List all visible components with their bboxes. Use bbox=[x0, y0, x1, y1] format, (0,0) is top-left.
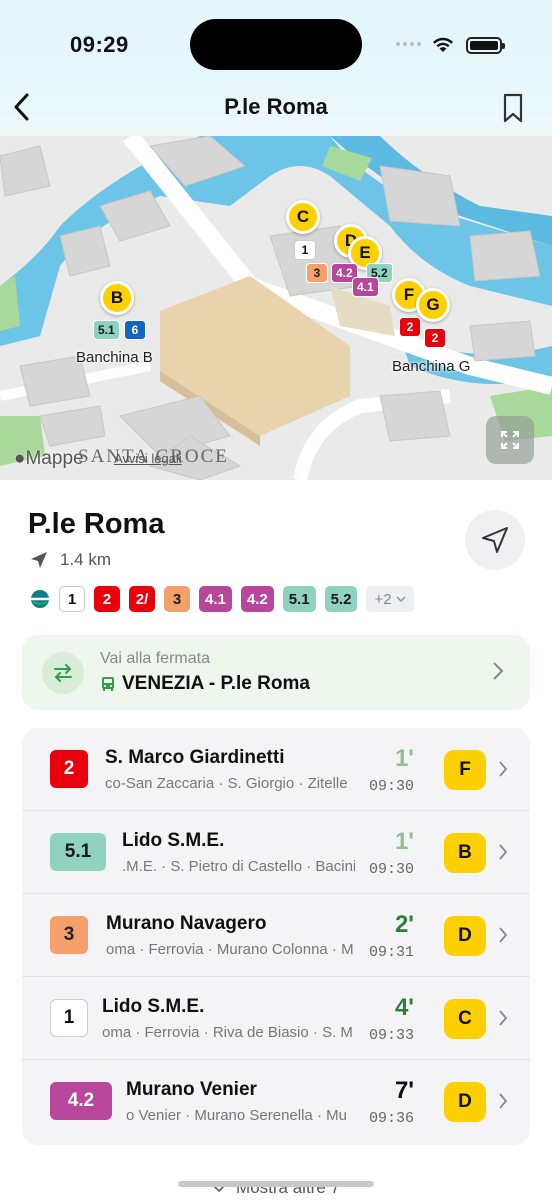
transfer-icon bbox=[42, 652, 84, 694]
line-chip[interactable]: 5.1 bbox=[282, 586, 316, 612]
bookmark-icon[interactable] bbox=[502, 92, 524, 124]
departure-row[interactable]: 5.1 Lido S.M.E. .M.E. · S. Pietro di Cas… bbox=[22, 811, 530, 894]
departure-stops: oma · Ferrovia · Riva de Biasio · S. M bbox=[102, 1024, 353, 1041]
departure-line-badge: 3 bbox=[50, 916, 88, 954]
departure-line-badge: 1 bbox=[50, 999, 88, 1037]
expand-map-button[interactable] bbox=[486, 416, 534, 464]
more-lines-chip[interactable]: +2 bbox=[366, 586, 414, 612]
dynamic-island bbox=[190, 19, 362, 70]
map-line-chip: 5.1 bbox=[93, 320, 120, 340]
departure-destination: Lido S.M.E. bbox=[122, 830, 225, 851]
expand-icon bbox=[501, 431, 519, 449]
stop-distance: 1.4 km bbox=[30, 550, 111, 570]
line-chip[interactable]: 4.1 bbox=[199, 586, 232, 612]
wifi-icon bbox=[433, 37, 453, 52]
distance-value: 1.4 km bbox=[60, 550, 112, 569]
bus-icon bbox=[102, 677, 114, 691]
chevron-down-icon bbox=[395, 595, 406, 602]
departure-time: 09:31 bbox=[368, 944, 414, 961]
maps-attribution: ●Mappe bbox=[14, 448, 84, 469]
map-background bbox=[0, 136, 552, 480]
line-chip[interactable]: 2/ bbox=[129, 586, 155, 612]
departure-stops: .M.E. · S. Pietro di Castello · Bacini bbox=[122, 858, 355, 875]
map-line-chip: 6 bbox=[124, 320, 146, 340]
departures-list: 2 S. Marco Giardinetti co-San Zaccaria ·… bbox=[22, 728, 530, 1145]
departure-platform: F bbox=[444, 750, 486, 790]
line-chip[interactable]: 3 bbox=[164, 586, 190, 612]
departure-platform: D bbox=[444, 916, 486, 956]
legal-link[interactable]: Avvisi legali bbox=[114, 451, 182, 466]
cellular-signal-icon bbox=[396, 42, 421, 46]
departure-destination: Murano Navagero bbox=[106, 913, 267, 934]
departure-minutes: 1' bbox=[394, 828, 414, 855]
departure-row[interactable]: 3 Murano Navagero oma · Ferrovia · Muran… bbox=[22, 894, 530, 977]
map-line-chip: 4.1 bbox=[352, 277, 379, 297]
go-to-stop-card[interactable]: Vai alla fermata VENEZIA - P.le Roma bbox=[22, 635, 530, 710]
departure-line-badge: 2 bbox=[50, 750, 88, 788]
map-line-chip: 3 bbox=[306, 263, 328, 283]
departure-stops: oma · Ferrovia · Murano Colonna · M bbox=[106, 941, 354, 958]
line-chip[interactable]: 4.2 bbox=[240, 586, 274, 612]
status-bar: 09:29 bbox=[0, 0, 552, 90]
chevron-right-icon bbox=[499, 844, 508, 860]
navigation-arrow-icon bbox=[482, 527, 508, 553]
departure-minutes: 4' bbox=[394, 994, 414, 1021]
departure-line-badge: 4.2 bbox=[50, 1082, 112, 1120]
chevron-right-icon bbox=[499, 1010, 508, 1026]
chevron-right-icon bbox=[493, 662, 504, 680]
departure-row[interactable]: 4.2 Murano Venier o Venier · Murano Sere… bbox=[22, 1060, 530, 1143]
departure-minutes: 2' bbox=[394, 911, 414, 938]
departure-destination: S. Marco Giardinetti bbox=[105, 747, 285, 768]
chevron-right-icon bbox=[499, 1093, 508, 1109]
departure-destination: Murano Venier bbox=[126, 1079, 257, 1100]
go-to-stop-label: Vai alla fermata bbox=[100, 650, 210, 667]
apple-logo-icon: ● bbox=[14, 448, 26, 469]
departure-stops: o Venier · Murano Serenella · Mu bbox=[126, 1107, 347, 1124]
status-time: 09:29 bbox=[70, 32, 129, 57]
navigation-bar: P.le Roma bbox=[0, 80, 552, 136]
waterbus-operator-logo bbox=[31, 590, 49, 608]
home-indicator bbox=[178, 1181, 374, 1187]
departure-minutes: 7' bbox=[394, 1077, 414, 1104]
stop-detail-sheet: P.le Roma 1.4 km 1 2 2/ 3 4.1 4.2 5.1 5.… bbox=[0, 480, 552, 1200]
departure-minutes: 1' bbox=[394, 745, 414, 772]
departure-platform: D bbox=[444, 1082, 486, 1122]
departure-time: 09:36 bbox=[368, 1110, 414, 1127]
navigate-button[interactable] bbox=[465, 510, 525, 570]
map-label-banchina-b: Banchina B bbox=[76, 349, 153, 366]
departure-line-badge: 5.1 bbox=[50, 833, 106, 871]
map-pin-g[interactable]: G bbox=[416, 288, 450, 322]
line-chips: 1 2 2/ 3 4.1 4.2 5.1 5.2 +2 bbox=[30, 586, 414, 612]
departure-platform: C bbox=[444, 999, 486, 1039]
location-arrow-icon bbox=[31, 552, 47, 568]
map-pin-c[interactable]: C bbox=[286, 200, 320, 234]
departure-row[interactable]: 1 Lido S.M.E. oma · Ferrovia · Riva de B… bbox=[22, 977, 530, 1060]
departure-row[interactable]: 2 S. Marco Giardinetti co-San Zaccaria ·… bbox=[22, 728, 530, 811]
map-line-chip: 2 bbox=[399, 317, 421, 337]
map-line-chip: 2 bbox=[424, 328, 446, 348]
line-chip[interactable]: 2 bbox=[94, 586, 120, 612]
departure-time: 09:30 bbox=[368, 778, 414, 795]
chevron-right-icon bbox=[499, 927, 508, 943]
map-label-banchina-g: Banchina G bbox=[392, 358, 471, 375]
departure-platform: B bbox=[444, 833, 486, 873]
chevron-right-icon bbox=[499, 761, 508, 777]
stop-name: P.le Roma bbox=[28, 508, 165, 540]
more-lines-count: +2 bbox=[374, 590, 392, 608]
map-view[interactable]: C D E F G B 1 3 4.2 5.2 4.1 2 2 5.1 6 Ba… bbox=[0, 136, 552, 480]
departure-time: 09:33 bbox=[368, 1027, 414, 1044]
departure-stops: co-San Zaccaria · S. Giorgio · Zitelle bbox=[105, 775, 348, 792]
page-title: P.le Roma bbox=[224, 94, 328, 119]
go-to-stop-destination: VENEZIA - P.le Roma bbox=[100, 673, 310, 695]
map-pin-b[interactable]: B bbox=[100, 281, 134, 315]
battery-icon bbox=[466, 37, 505, 54]
departure-time: 09:30 bbox=[368, 861, 414, 878]
departure-destination: Lido S.M.E. bbox=[102, 996, 205, 1017]
line-chip[interactable]: 5.2 bbox=[324, 586, 358, 612]
map-line-chip: 1 bbox=[294, 240, 316, 260]
line-chip[interactable]: 1 bbox=[59, 586, 85, 612]
